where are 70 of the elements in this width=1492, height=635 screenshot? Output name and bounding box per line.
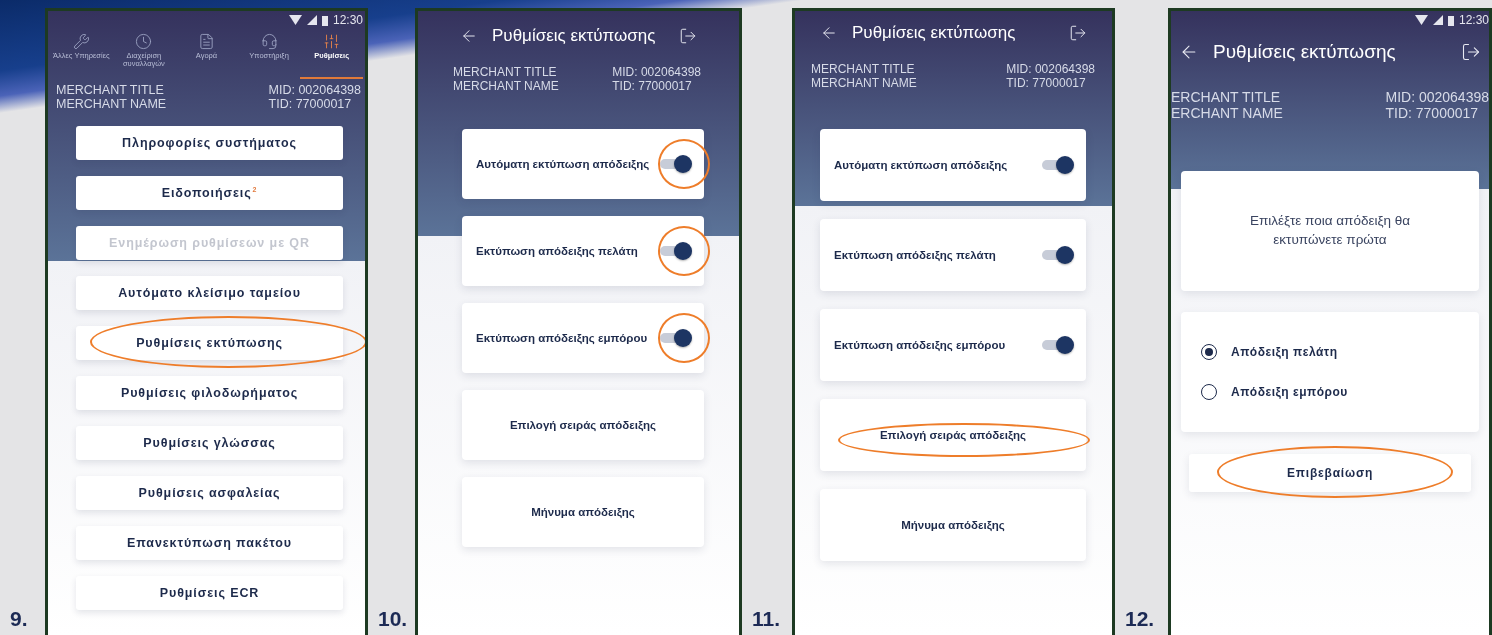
terminal-id: TID: 77000017 xyxy=(612,79,693,94)
radio-option[interactable]: Απόδειξη πελάτη xyxy=(1201,344,1479,361)
merchant-id: MID: 002064398 xyxy=(268,83,361,98)
menu-button[interactable]: Πληροφορίες συστήματος xyxy=(76,125,343,160)
back-icon[interactable] xyxy=(820,24,838,42)
back-icon[interactable] xyxy=(460,27,478,45)
wifi-icon xyxy=(1414,15,1428,25)
toggle-switch[interactable] xyxy=(658,327,692,348)
merchant-title: MERCHANT TITLE xyxy=(811,63,916,77)
menu-button[interactable]: Αυτόματο κλείσιμο ταμείου xyxy=(76,275,343,310)
setting-label: Εκτύπωση απόδειξης πελάτη xyxy=(834,248,996,261)
setting-label: Εκτύπωση απόδειξης εμπόρου xyxy=(834,338,1006,351)
setting-label: Εκτύπωση απόδειξης εμπόρου xyxy=(476,331,648,344)
step-number: 10. xyxy=(377,607,409,632)
screen-title: Ρυθμίσεις εκτύπωσης xyxy=(1213,41,1397,63)
merchant-name: MERCHANT NAME xyxy=(453,79,559,94)
menu-button[interactable]: Ρυθμίσεις εκτύπωσης xyxy=(76,325,343,360)
terminal-id: TID: 77000017 xyxy=(1006,76,1087,91)
headset-icon xyxy=(260,33,278,50)
terminal-id: TID: 77000017 xyxy=(268,97,353,112)
sliders-icon xyxy=(323,33,341,50)
setting-label: Εκτύπωση απόδειξης πελάτη xyxy=(476,244,638,257)
merchant-name: MERCHANT NAME xyxy=(56,97,167,112)
signal-icon xyxy=(1432,15,1443,25)
toggle-switch[interactable] xyxy=(1040,154,1074,175)
menu-button[interactable]: Ρυθμίσεις ασφαλείας xyxy=(76,475,343,510)
menu-button[interactable]: Ειδοποιήσεις$^{2}$ xyxy=(76,175,343,210)
status-time: 12:30 xyxy=(1458,13,1489,27)
setting-label: Αυτόματη εκτύπωση απόδειξης xyxy=(476,157,650,170)
status-time: 12:30 xyxy=(332,13,363,27)
confirm-button[interactable]: Επιβεβαίωση xyxy=(1189,454,1471,493)
wrench-icon xyxy=(72,33,90,50)
radio-option[interactable]: Απόδειξη εμπόρου xyxy=(1201,384,1479,401)
option-button[interactable]: Μήνυμα απόδειξης xyxy=(820,488,1086,561)
prompt-text: Επιλέξτε ποια απόδειξη θα εκτυπώνετε πρώτα xyxy=(1248,212,1412,250)
merchant-title: MERCHANT TITLE xyxy=(453,66,558,80)
toggle-switch[interactable] xyxy=(1040,244,1074,265)
toggle-switch[interactable] xyxy=(1040,334,1074,355)
merchant-title: ERCHANT TITLE xyxy=(1171,89,1282,106)
screen-title: Ρυθμίσεις εκτύπωσης xyxy=(492,26,657,46)
clock-icon xyxy=(135,33,153,50)
merchant-name: MERCHANT NAME xyxy=(811,76,917,91)
menu-button[interactable]: Ρυθμίσεις ECR xyxy=(76,575,343,610)
toggle-switch[interactable] xyxy=(658,153,692,174)
wifi-icon xyxy=(288,15,302,25)
option-button[interactable]: Μήνυμα απόδειξης xyxy=(462,476,704,547)
signal-icon xyxy=(306,15,317,25)
merchant-title: MERCHANT TITLE xyxy=(56,83,165,98)
merchant-id: MID: 002064398 xyxy=(1385,89,1489,106)
step-number: 9. xyxy=(9,607,29,632)
battery-icon xyxy=(321,14,328,26)
menu-button[interactable]: Επανεκτύπωση πακέτου xyxy=(76,525,343,560)
merchant-name: ERCHANT NAME xyxy=(1171,105,1283,122)
setting-label: Αυτόματη εκτύπωση απόδειξης xyxy=(834,158,1008,171)
exit-icon[interactable] xyxy=(679,27,697,45)
option-button[interactable]: Επιλογή σειράς απόδειξης xyxy=(462,389,704,460)
menu-button[interactable]: Ρυθμίσεις φιλοδωρήματος xyxy=(76,375,343,410)
menu-button[interactable]: Ρυθμίσεις γλώσσας xyxy=(76,425,343,460)
exit-icon[interactable] xyxy=(1069,24,1087,42)
option-button[interactable]: Επιλογή σειράς απόδειξης xyxy=(820,398,1086,471)
step-number: 11. xyxy=(751,607,782,632)
document-icon xyxy=(198,33,215,50)
battery-icon xyxy=(1447,14,1454,26)
step-number: 12. xyxy=(1124,607,1156,632)
toggle-switch[interactable] xyxy=(658,240,692,261)
terminal-id: TID: 77000017 xyxy=(1385,105,1480,122)
merchant-id: MID: 002064398 xyxy=(612,66,701,80)
merchant-id: MID: 002064398 xyxy=(1006,63,1095,77)
screen-title: Ρυθμίσεις εκτύπωσης xyxy=(852,23,1017,43)
exit-icon[interactable] xyxy=(1461,42,1481,62)
